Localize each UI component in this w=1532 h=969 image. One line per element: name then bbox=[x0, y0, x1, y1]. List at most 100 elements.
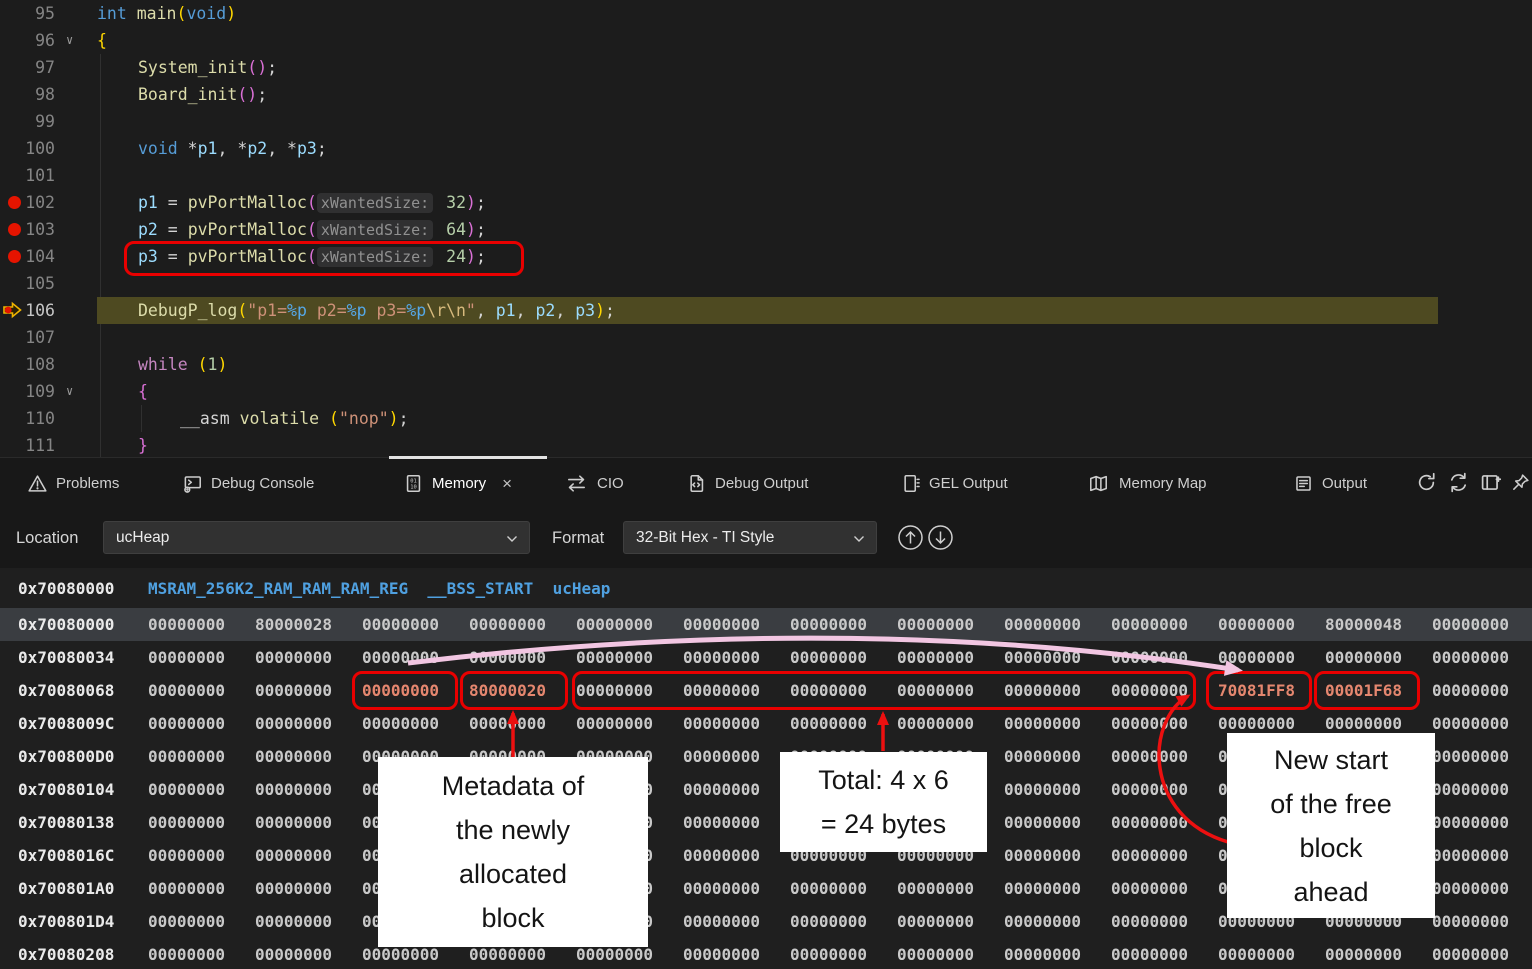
memory-cell[interactable]: 00000000 bbox=[148, 641, 225, 674]
open-new-view-button[interactable] bbox=[1480, 472, 1502, 494]
memory-cell[interactable]: 00000000 bbox=[1432, 839, 1509, 872]
code-line-95[interactable]: 95int main(void) bbox=[0, 0, 1532, 27]
code-line-105[interactable]: 105 bbox=[0, 270, 1532, 297]
memory-cell[interactable]: 00000000 bbox=[576, 839, 653, 872]
memory-cell[interactable]: 70081FF8 bbox=[1218, 674, 1295, 707]
memory-cell[interactable]: 00000000 bbox=[1218, 806, 1295, 839]
memory-cell[interactable]: 00000000 bbox=[469, 740, 546, 773]
memory-cell[interactable]: 00000000 bbox=[897, 839, 974, 872]
memory-cell[interactable]: 00000000 bbox=[683, 641, 760, 674]
memory-cell[interactable]: 00000000 bbox=[1111, 674, 1188, 707]
memory-cell[interactable]: 00000000 bbox=[469, 707, 546, 740]
tab-debug-console[interactable]: Debug Console bbox=[183, 458, 314, 508]
memory-cell[interactable]: 00000000 bbox=[576, 641, 653, 674]
memory-cell[interactable]: 00000000 bbox=[148, 806, 225, 839]
memory-cell[interactable]: 00000000 bbox=[1432, 872, 1509, 905]
code-line-102[interactable]: 102p1 = pvPortMalloc(xWantedSize: 32); bbox=[0, 189, 1532, 216]
memory-cell[interactable]: 00000000 bbox=[362, 806, 439, 839]
memory-cell[interactable]: 00000000 bbox=[1111, 740, 1188, 773]
code-line-100[interactable]: 100void *p1, *p2, *p3; bbox=[0, 135, 1532, 162]
memory-cell[interactable]: 00000000 bbox=[1218, 938, 1295, 969]
memory-cell[interactable]: 00000000 bbox=[1432, 740, 1509, 773]
memory-cell[interactable]: 00000000 bbox=[1325, 773, 1402, 806]
memory-cell[interactable]: 00000000 bbox=[1111, 806, 1188, 839]
memory-cell[interactable]: 00000000 bbox=[362, 740, 439, 773]
memory-cell[interactable]: 00000000 bbox=[362, 608, 439, 641]
memory-cell[interactable]: 00000000 bbox=[1218, 740, 1295, 773]
memory-cell[interactable]: 00000000 bbox=[1432, 641, 1509, 674]
memory-cell[interactable]: 00000000 bbox=[576, 938, 653, 969]
memory-cell[interactable]: 00000000 bbox=[362, 938, 439, 969]
memory-cell[interactable]: 00000000 bbox=[1218, 641, 1295, 674]
memory-cell[interactable]: 00000000 bbox=[1325, 641, 1402, 674]
memory-cell[interactable]: 00000000 bbox=[683, 938, 760, 969]
memory-cell[interactable]: 00000000 bbox=[1111, 905, 1188, 938]
code-line-104[interactable]: 104p3 = pvPortMalloc(xWantedSize: 24); bbox=[0, 243, 1532, 270]
memory-cell[interactable]: 00000000 bbox=[1004, 839, 1081, 872]
scroll-down-button[interactable] bbox=[927, 524, 954, 551]
code-line-111[interactable]: 111} bbox=[0, 432, 1532, 457]
memory-cell[interactable]: 00000000 bbox=[1004, 938, 1081, 969]
memory-cell[interactable]: 00000000 bbox=[576, 872, 653, 905]
memory-cell[interactable]: 00000000 bbox=[469, 839, 546, 872]
fold-chevron-icon[interactable]: ∨ bbox=[66, 27, 73, 54]
memory-cell[interactable]: 00000000 bbox=[576, 773, 653, 806]
memory-cell[interactable]: 00000000 bbox=[148, 707, 225, 740]
memory-cell[interactable]: 00000000 bbox=[1432, 905, 1509, 938]
code-line-97[interactable]: 97System_init(); bbox=[0, 54, 1532, 81]
memory-cell[interactable]: 00000000 bbox=[255, 674, 332, 707]
code-line-98[interactable]: 98Board_init(); bbox=[0, 81, 1532, 108]
code-line-107[interactable]: 107 bbox=[0, 324, 1532, 351]
memory-cell[interactable]: 00000000 bbox=[1004, 674, 1081, 707]
memory-cell[interactable]: 00000000 bbox=[1004, 806, 1081, 839]
memory-cell[interactable]: 00000000 bbox=[148, 839, 225, 872]
memory-cell[interactable]: 00000000 bbox=[362, 839, 439, 872]
memory-cell[interactable]: 00000000 bbox=[790, 740, 867, 773]
memory-cell[interactable]: 00000000 bbox=[1432, 773, 1509, 806]
memory-cell[interactable]: 00000000 bbox=[683, 707, 760, 740]
location-dropdown[interactable]: ucHeap bbox=[103, 521, 530, 554]
memory-cell[interactable]: 00000000 bbox=[1218, 608, 1295, 641]
memory-cell[interactable]: 00000000 bbox=[148, 608, 225, 641]
memory-cell[interactable]: 00000000 bbox=[1325, 938, 1402, 969]
tab-problems[interactable]: Problems bbox=[28, 458, 119, 508]
memory-cell[interactable]: 00000000 bbox=[1111, 938, 1188, 969]
memory-cell[interactable]: 80000020 bbox=[469, 674, 546, 707]
code-line-110[interactable]: 110__asm volatile ("nop"); bbox=[0, 405, 1532, 432]
memory-cell[interactable]: 00000000 bbox=[1432, 707, 1509, 740]
memory-cell[interactable]: 00000000 bbox=[469, 773, 546, 806]
memory-cell[interactable]: 00000000 bbox=[469, 872, 546, 905]
memory-cell[interactable]: 00000000 bbox=[897, 740, 974, 773]
tab-memory-map[interactable]: Memory Map bbox=[1087, 458, 1207, 508]
memory-cell[interactable]: 00000000 bbox=[469, 806, 546, 839]
memory-cell[interactable]: 00000000 bbox=[1004, 773, 1081, 806]
memory-cell[interactable]: 00000000 bbox=[255, 905, 332, 938]
tab-memory[interactable]: 0110Memory× bbox=[404, 458, 512, 508]
scroll-up-button[interactable] bbox=[897, 524, 924, 551]
pin-button[interactable] bbox=[1511, 472, 1532, 494]
memory-cell[interactable]: 00000000 bbox=[148, 674, 225, 707]
memory-cell[interactable]: 00000000 bbox=[1218, 773, 1295, 806]
memory-cell[interactable]: 00000000 bbox=[790, 674, 867, 707]
memory-cell[interactable]: 00000000 bbox=[1111, 839, 1188, 872]
memory-cell[interactable]: 00000000 bbox=[683, 740, 760, 773]
memory-cell[interactable]: 00000000 bbox=[790, 872, 867, 905]
memory-cell[interactable]: 00000000 bbox=[1004, 740, 1081, 773]
memory-cell[interactable]: 00000000 bbox=[576, 905, 653, 938]
fold-chevron-icon[interactable]: ∨ bbox=[66, 378, 73, 405]
code-line-101[interactable]: 101 bbox=[0, 162, 1532, 189]
memory-cell[interactable]: 00000000 bbox=[576, 608, 653, 641]
memory-cell[interactable]: 00000000 bbox=[148, 740, 225, 773]
memory-cell[interactable]: 00000000 bbox=[1218, 872, 1295, 905]
memory-cell[interactable]: 00000000 bbox=[683, 773, 760, 806]
memory-cell[interactable]: 00000000 bbox=[1004, 872, 1081, 905]
memory-cell[interactable]: 00000000 bbox=[1432, 608, 1509, 641]
memory-cell[interactable]: 00000000 bbox=[469, 905, 546, 938]
memory-cell[interactable]: 00000000 bbox=[1111, 707, 1188, 740]
memory-cell[interactable]: 00000000 bbox=[576, 740, 653, 773]
memory-cell[interactable]: 00000000 bbox=[255, 938, 332, 969]
memory-cell[interactable]: 00000000 bbox=[683, 905, 760, 938]
memory-cell[interactable]: 00000000 bbox=[683, 806, 760, 839]
memory-cell[interactable]: 00000000 bbox=[897, 806, 974, 839]
memory-cell[interactable]: 00000000 bbox=[1111, 641, 1188, 674]
